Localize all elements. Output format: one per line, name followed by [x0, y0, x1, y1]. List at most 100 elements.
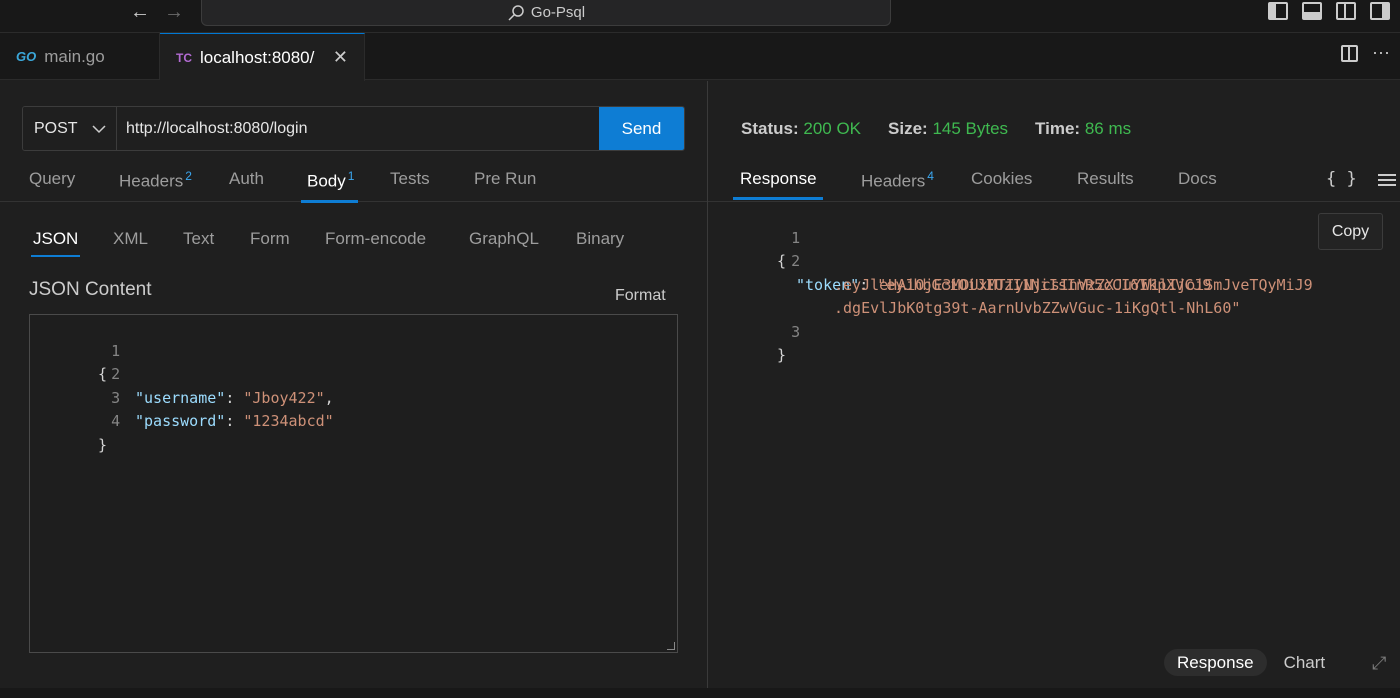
- status-info: Status: 200 OK: [741, 119, 861, 139]
- body-type-tabs: JSON XML Text Form Form-encode GraphQL B…: [0, 229, 707, 259]
- body-tab-form[interactable]: Form: [250, 229, 290, 257]
- resize-handle[interactable]: [667, 642, 675, 650]
- tab-label: Results: [1077, 169, 1134, 188]
- time-info: Time: 86 ms: [1035, 119, 1131, 139]
- toggle-panel-icon[interactable]: [1302, 2, 1322, 20]
- count-badge: 4: [927, 169, 934, 183]
- tab-label: Body: [307, 171, 346, 191]
- body-tab-text[interactable]: Text: [183, 229, 214, 257]
- tab-main-go[interactable]: GO main.go: [0, 33, 160, 80]
- tab-actions: ···: [1341, 43, 1390, 62]
- go-file-icon: GO: [16, 49, 37, 64]
- json-body-editor[interactable]: 1 { 2 "username": "Jboy422", 3 "password…: [29, 314, 678, 653]
- send-button[interactable]: Send: [599, 107, 684, 150]
- line-number: 3: [791, 322, 801, 341]
- body-tab-json[interactable]: JSON: [30, 229, 81, 257]
- request-panel: POST Send Query Headers2 Auth Body1 Test…: [0, 81, 707, 688]
- json-key: "password": [135, 412, 226, 430]
- tab-label: Headers: [119, 171, 184, 191]
- split-editor-icon[interactable]: [1341, 45, 1359, 62]
- tab-auth[interactable]: Auth: [229, 169, 264, 198]
- json-separator: :: [225, 412, 244, 430]
- title-bar: ← → Go-Psql: [0, 0, 1400, 33]
- more-actions-icon[interactable]: ···: [1372, 43, 1390, 62]
- tab-pre-run[interactable]: Pre Run: [474, 169, 536, 198]
- tab-results[interactable]: Results: [1077, 169, 1134, 198]
- count-badge: 1: [347, 169, 355, 183]
- code-line: 2 "token": "eyJhbGciOiJIUzI1NiIsInR5cCI6…: [708, 227, 1400, 294]
- tab-query[interactable]: Query: [29, 169, 75, 198]
- tab-label: Docs: [1178, 169, 1217, 188]
- code-line: 1 {: [708, 203, 1400, 271]
- tab-label: localhost:8080/: [200, 47, 315, 67]
- tab-label: Pre Run: [474, 169, 537, 188]
- editor-tab-bar: GO main.go TC localhost:8080/ ✕ ···: [0, 33, 1400, 81]
- view-response-button[interactable]: Response: [1164, 649, 1267, 676]
- tab-label: Cookies: [971, 169, 1033, 188]
- format-button[interactable]: Format: [615, 287, 666, 305]
- size-info: Size: 145 Bytes: [888, 119, 1008, 139]
- view-toggle: Response Chart: [1164, 649, 1338, 676]
- tab-label: Query: [29, 169, 76, 188]
- toggle-secondary-sidebar-icon[interactable]: [1336, 2, 1356, 20]
- code-line: 3 "password": "1234abcd": [30, 363, 677, 431]
- braces-icon[interactable]: { }: [1326, 169, 1357, 189]
- code-line: 1 {: [30, 316, 677, 384]
- code-text: }: [777, 346, 787, 364]
- code-line: 2 "username": "Jboy422",: [30, 340, 677, 407]
- menu-icon[interactable]: [1378, 174, 1396, 189]
- body-tab-xml[interactable]: XML: [113, 229, 148, 257]
- window-title: Go-Psql: [530, 4, 586, 21]
- back-arrow-icon[interactable]: ←: [130, 1, 150, 24]
- tab-response-headers[interactable]: Headers 4: [861, 169, 934, 201]
- tab-body[interactable]: Body 1: [300, 169, 359, 203]
- expand-icon[interactable]: ⤢: [1372, 653, 1386, 674]
- view-chart-button[interactable]: Chart: [1271, 649, 1339, 676]
- tab-label: Response: [740, 169, 817, 188]
- customize-layout-icon[interactable]: [1370, 2, 1390, 20]
- forward-arrow-icon[interactable]: →: [164, 1, 184, 24]
- search-icon: [508, 4, 524, 21]
- code-line: 4 }: [30, 387, 677, 454]
- method-select[interactable]: POST: [23, 107, 117, 150]
- json-value: "1234abcd": [243, 412, 334, 430]
- chevron-down-icon: [92, 124, 106, 133]
- code-line: 3 }: [708, 297, 1400, 365]
- copy-button[interactable]: Copy: [1318, 213, 1383, 250]
- count-badge: 2: [185, 169, 192, 183]
- thunder-client-icon: TC: [176, 50, 192, 65]
- method-value: POST: [34, 119, 78, 137]
- tab-cookies[interactable]: Cookies: [971, 169, 1032, 198]
- tab-label: main.go: [44, 46, 105, 66]
- json-content-title: JSON Content: [29, 279, 152, 300]
- response-tabs: Response Headers 4 Cookies Results Docs {…: [708, 169, 1400, 202]
- code-text: "password": "1234abcd": [135, 410, 334, 434]
- time-value: 86 ms: [1084, 119, 1132, 138]
- tab-tests[interactable]: Tests: [390, 169, 430, 198]
- url-input[interactable]: [117, 107, 599, 150]
- layout-controls: [1268, 2, 1390, 20]
- body-tab-binary[interactable]: Binary: [576, 229, 624, 257]
- response-status-row: Status: 200 OK Size: 145 Bytes Time: 86 …: [741, 119, 1131, 139]
- response-body-viewer: 1 { 2 "token": "eyJhbGciOiJIUzI1NiIsInR5…: [708, 203, 1400, 365]
- status-label: Status:: [741, 119, 799, 138]
- response-panel: Status: 200 OK Size: 145 Bytes Time: 86 …: [708, 81, 1400, 688]
- tab-label: Tests: [390, 169, 430, 188]
- url-bar: POST Send: [22, 106, 685, 151]
- tab-headers[interactable]: Headers 2: [119, 169, 192, 201]
- toggle-primary-sidebar-icon[interactable]: [1268, 2, 1288, 20]
- code-line-wrap: .dgEvlJbK0tg39t-AarnUvbZZwVGuc-1iKgQtl-N…: [708, 274, 1400, 317]
- time-label: Time:: [1035, 119, 1081, 138]
- status-bar: [0, 688, 1400, 698]
- tab-label: Headers: [861, 171, 926, 191]
- tab-thunder-client[interactable]: TC localhost:8080/ ✕: [160, 33, 365, 81]
- command-center-search[interactable]: Go-Psql: [201, 0, 891, 26]
- tab-docs[interactable]: Docs: [1178, 169, 1217, 198]
- line-number: 4: [111, 412, 121, 430]
- body-tab-graphql[interactable]: GraphQL: [469, 229, 539, 257]
- tab-response[interactable]: Response: [733, 169, 823, 200]
- body-tab-form-encode[interactable]: Form-encode: [325, 229, 426, 257]
- close-icon[interactable]: ✕: [333, 47, 348, 68]
- request-tabs: Query Headers 2 Auth Body 1 Tests Pre Run: [0, 169, 707, 203]
- code-text: }: [98, 435, 108, 454]
